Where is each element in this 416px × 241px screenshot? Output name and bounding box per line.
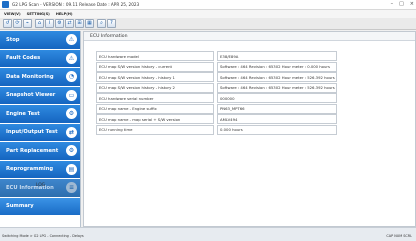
sidebar-item-label: Engine Test <box>6 110 40 117</box>
row-value: E38/E89A <box>217 51 337 61</box>
menu-help[interactable]: HELP(H) <box>56 12 73 16</box>
row-label: ECU map S/W version history - history 2 <box>96 82 214 93</box>
row-label: ECU running time <box>96 124 214 135</box>
status-bar: Switching Mode > G2 LPG - Connecting - D… <box>0 227 416 241</box>
sidebar-item-snapshot-viewer[interactable]: Snapshot Viewer ▭ <box>0 86 80 104</box>
sidebar-item-label: Stop <box>6 36 20 43</box>
sidebar-item-label: Fault Codes <box>6 55 41 62</box>
window-controls: – □ × <box>391 1 414 7</box>
sidebar-item-reprogramming[interactable]: Reprogramming ▤ <box>0 160 80 178</box>
toolbar: ↺ ⟳ ⌁ ⌂ i ⚙ ⇄ ⊞ ▦ ⌕ ? <box>0 18 416 30</box>
chip-icon: ▤ <box>66 163 77 175</box>
menu-setting[interactable]: SETTING(S) <box>27 12 50 16</box>
title-bar: G2 LPG Scan - VERSION : 09.11 Release Da… <box>0 0 416 10</box>
table-row: ECU running time 0.000 hours <box>96 124 416 135</box>
network-icon[interactable]: ⊞ <box>75 19 84 28</box>
monitor-icon: ▭ <box>66 89 77 101</box>
sidebar-item-label: Data Monitoring <box>6 73 54 80</box>
refresh-icon[interactable]: ⟳ <box>13 19 22 28</box>
table-row: ECU map S/W version history - current So… <box>96 61 416 72</box>
sidebar-item-engine-test[interactable]: Engine Test ⚙ <box>0 105 80 123</box>
sidebar-item-label: Input/Output Test <box>6 129 58 136</box>
table-row: ECU map S/W version history - history 2 … <box>96 82 416 93</box>
row-label: ECU map S/W version history - current <box>96 61 214 72</box>
ecu-info-table: ECU hardware model E38/E89A ECU map S/W … <box>96 51 416 135</box>
row-label: ECU hardware model <box>96 51 214 61</box>
row-value: Software : 464 Revision : 65302 Hour met… <box>217 61 337 72</box>
row-label: ECU map name - map serial + S/W version <box>96 114 214 124</box>
warning-icon: ⚠ <box>66 34 77 45</box>
menu-view[interactable]: VIEW(V) <box>4 12 21 16</box>
ecu-information-panel: ECU Information ECU hardware model E38/E… <box>83 31 416 227</box>
sidebar-item-label: Summary <box>6 203 34 210</box>
home-icon[interactable]: ⌂ <box>35 19 44 28</box>
sidebar-item-fault-codes[interactable]: Fault Codes ⚠ <box>0 49 80 67</box>
menu-bar: VIEW(V) SETTING(S) HELP(H) <box>0 10 416 18</box>
row-value: Software : 464 Revision : 65302 Hour met… <box>217 72 337 82</box>
settings-icon[interactable]: ⚙ <box>55 19 64 28</box>
close-button[interactable]: × <box>410 1 414 7</box>
log-label: LOG <box>35 183 46 188</box>
window-title: G2 LPG Scan - VERSION : 09.11 Release Da… <box>12 2 140 7</box>
row-label: ECU hardware serial number <box>96 93 214 103</box>
app-icon <box>2 1 9 8</box>
minimize-button[interactable]: – <box>391 1 394 7</box>
panel-title: ECU Information <box>84 32 415 41</box>
row-value: 0.000 hours <box>217 124 337 135</box>
help-icon[interactable]: ? <box>107 19 116 28</box>
sidebar-item-input-output-test[interactable]: Input/Output Test ⇄ <box>0 123 80 141</box>
gauge-icon: ◔ <box>66 71 77 82</box>
search-icon[interactable]: ⌕ <box>97 19 106 28</box>
grid-icon[interactable]: ▦ <box>85 19 94 28</box>
row-label: ECU map S/W version history - history 1 <box>96 72 214 82</box>
row-value: AMLV494 <box>217 114 337 124</box>
io-icon: ⇄ <box>66 126 77 138</box>
sidebar-item-label: Part Replacement <box>6 147 59 154</box>
maximize-button[interactable]: □ <box>399 1 404 7</box>
row-label: ECU map name - Engine suffix <box>96 103 214 114</box>
sidebar-item-summary[interactable]: Summary <box>0 197 80 215</box>
gear-icon: ⚙ <box>66 145 77 156</box>
table-row: ECU hardware model E38/E89A <box>96 51 416 61</box>
usb-icon[interactable]: ⌁ <box>23 19 32 28</box>
sidebar-item-part-replacement[interactable]: Part Replacement ⚙ <box>0 142 80 160</box>
keyboard-indicators: CAP NUM SCRL <box>386 234 412 238</box>
warning-icon: ⚠ <box>66 52 77 64</box>
connect-icon[interactable]: ⇄ <box>65 19 74 28</box>
engine-icon: ⚙ <box>66 108 77 119</box>
sidebar-item-stop[interactable]: Stop ⚠ <box>0 31 80 49</box>
info-icon[interactable]: i <box>45 19 54 28</box>
row-value: Software : 464 Revision : 65302 Hour met… <box>217 82 337 93</box>
sidebar-item-label: Reprogramming <box>6 166 54 173</box>
row-value: 000000 <box>217 93 337 103</box>
status-text: Switching Mode > G2 LPG - Connecting - D… <box>2 234 84 238</box>
table-row: ECU map name - Engine suffix PN63_MPT66 <box>96 103 416 114</box>
sidebar-item-label: Snapshot Viewer <box>6 92 56 99</box>
row-value: PN63_MPT66 <box>217 103 337 114</box>
sidebar: Stop ⚠ Fault Codes ⚠ Data Monitoring ◔ S… <box>0 31 81 227</box>
sidebar-item-data-monitoring[interactable]: Data Monitoring ◔ <box>0 68 80 86</box>
table-row: ECU hardware serial number 000000 <box>96 93 416 103</box>
table-row: ECU map name - map serial + S/W version … <box>96 114 416 124</box>
table-row: ECU map S/W version history - history 1 … <box>96 72 416 82</box>
back-icon[interactable]: ↺ <box>3 19 12 28</box>
